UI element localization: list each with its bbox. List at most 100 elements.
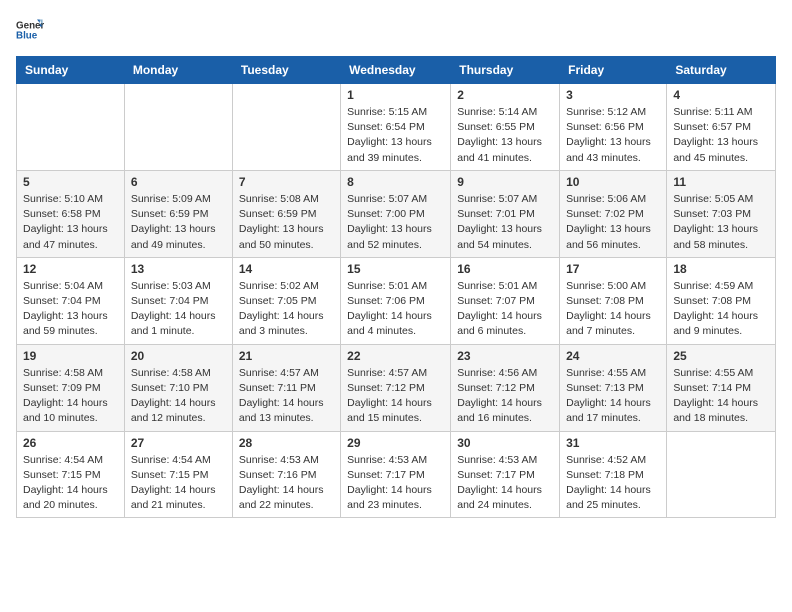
calendar-cell: 18Sunrise: 4:59 AM Sunset: 7:08 PM Dayli… [667,257,776,344]
calendar-cell: 1 Sunrise: 5:15 AM Sunset: 6:54 PM Daylig… [341,84,451,171]
day-info: Sunrise: 5:07 AM Sunset: 7:00 PM Dayligh… [347,192,444,253]
calendar-cell: 10 Sunrise: 5:06 AM Sunset: 7:02 PM Dayli… [560,170,667,257]
day-info: Sunrise: 5:00 AM Sunset: 7:08 PM Dayligh… [566,279,660,340]
day-info: Sunrise: 4:56 AM Sunset: 7:12 PM Dayligh… [457,366,553,427]
day-number: 24 [566,349,660,363]
day-info: Sunrise: 4:58 AM Sunset: 7:09 PM Dayligh… [23,366,118,427]
weekday-header-thursday: Thursday [451,57,560,84]
calendar-cell: 23 Sunrise: 4:56 AM Sunset: 7:12 PM Dayli… [451,344,560,431]
day-info: Sunrise: 4:54 AM Sunset: 7:15 PM Dayligh… [23,453,118,514]
day-number: 16 [457,262,553,276]
calendar-cell: 30 Sunrise: 4:53 AM Sunset: 7:17 PM Dayli… [451,431,560,518]
day-info: Sunrise: 5:10 AM Sunset: 6:58 PM Dayligh… [23,192,118,253]
calendar-cell: 19 Sunrise: 4:58 AM Sunset: 7:09 PM Dayli… [17,344,125,431]
calendar-cell: 26 Sunrise: 4:54 AM Sunset: 7:15 PM Dayli… [17,431,125,518]
calendar-cell: 22 Sunrise: 4:57 AM Sunset: 7:12 PM Dayli… [341,344,451,431]
day-number: 11 [673,175,769,189]
day-number: 17 [566,262,660,276]
day-info: Sunrise: 4:54 AM Sunset: 7:15 PM Dayligh… [131,453,226,514]
day-number: 21 [239,349,334,363]
calendar-cell: 5 Sunrise: 5:10 AM Sunset: 6:58 PM Daylig… [17,170,125,257]
day-number: 26 [23,436,118,450]
calendar-cell: 27Sunrise: 4:54 AM Sunset: 7:15 PM Dayli… [124,431,232,518]
calendar-cell [17,84,125,171]
page-header: General Blue [16,16,776,44]
calendar-cell [124,84,232,171]
day-number: 29 [347,436,444,450]
calendar-cell: 14 Sunrise: 5:02 AM Sunset: 7:05 PM Dayli… [232,257,340,344]
day-number: 14 [239,262,334,276]
calendar-week-row: 1 Sunrise: 5:15 AM Sunset: 6:54 PM Daylig… [17,84,776,171]
day-number: 20 [131,349,226,363]
logo-icon: General Blue [16,16,44,44]
day-number: 18 [673,262,769,276]
day-number: 10 [566,175,660,189]
calendar-cell: 7 Sunrise: 5:08 AM Sunset: 6:59 PM Daylig… [232,170,340,257]
day-info: Sunrise: 5:14 AM Sunset: 6:55 PM Dayligh… [457,105,553,166]
day-info: Sunrise: 4:55 AM Sunset: 7:13 PM Dayligh… [566,366,660,427]
day-number: 13 [131,262,226,276]
day-number: 19 [23,349,118,363]
day-info: Sunrise: 4:53 AM Sunset: 7:17 PM Dayligh… [457,453,553,514]
calendar-cell [232,84,340,171]
day-info: Sunrise: 5:03 AM Sunset: 7:04 PM Dayligh… [131,279,226,340]
day-info: Sunrise: 4:53 AM Sunset: 7:16 PM Dayligh… [239,453,334,514]
calendar-week-row: 26 Sunrise: 4:54 AM Sunset: 7:15 PM Dayli… [17,431,776,518]
day-number: 5 [23,175,118,189]
day-number: 15 [347,262,444,276]
day-number: 1 [347,88,444,102]
day-info: Sunrise: 5:11 AM Sunset: 6:57 PM Dayligh… [673,105,769,166]
day-info: Sunrise: 5:06 AM Sunset: 7:02 PM Dayligh… [566,192,660,253]
day-number: 9 [457,175,553,189]
calendar-week-row: 5 Sunrise: 5:10 AM Sunset: 6:58 PM Daylig… [17,170,776,257]
calendar-week-row: 12 Sunrise: 5:04 AM Sunset: 7:04 PM Dayli… [17,257,776,344]
day-number: 6 [131,175,226,189]
calendar-cell: 6 Sunrise: 5:09 AM Sunset: 6:59 PM Daylig… [124,170,232,257]
calendar-cell: 25Sunrise: 4:55 AM Sunset: 7:14 PM Dayli… [667,344,776,431]
day-info: Sunrise: 4:55 AM Sunset: 7:14 PM Dayligh… [673,366,769,427]
calendar-cell: 4 Sunrise: 5:11 AM Sunset: 6:57 PM Daylig… [667,84,776,171]
weekday-header-sunday: Sunday [17,57,125,84]
day-info: Sunrise: 4:58 AM Sunset: 7:10 PM Dayligh… [131,366,226,427]
calendar-cell: 16Sunrise: 5:01 AM Sunset: 7:07 PM Dayli… [451,257,560,344]
day-info: Sunrise: 5:12 AM Sunset: 6:56 PM Dayligh… [566,105,660,166]
day-number: 28 [239,436,334,450]
day-info: Sunrise: 4:57 AM Sunset: 7:12 PM Dayligh… [347,366,444,427]
calendar-cell: 12 Sunrise: 5:04 AM Sunset: 7:04 PM Dayli… [17,257,125,344]
calendar-cell: 3Sunrise: 5:12 AM Sunset: 6:56 PM Daylig… [560,84,667,171]
day-number: 7 [239,175,334,189]
calendar-cell: 21 Sunrise: 4:57 AM Sunset: 7:11 PM Dayli… [232,344,340,431]
day-info: Sunrise: 4:52 AM Sunset: 7:18 PM Dayligh… [566,453,660,514]
logo: General Blue [16,16,44,44]
calendar-cell: 11Sunrise: 5:05 AM Sunset: 7:03 PM Dayli… [667,170,776,257]
calendar-cell: 24 Sunrise: 4:55 AM Sunset: 7:13 PM Dayli… [560,344,667,431]
day-info: Sunrise: 5:15 AM Sunset: 6:54 PM Dayligh… [347,105,444,166]
day-number: 23 [457,349,553,363]
day-number: 22 [347,349,444,363]
calendar-table: SundayMondayTuesdayWednesdayThursdayFrid… [16,56,776,518]
calendar-week-row: 19 Sunrise: 4:58 AM Sunset: 7:09 PM Dayli… [17,344,776,431]
day-number: 4 [673,88,769,102]
calendar-cell [667,431,776,518]
calendar-cell: 31 Sunrise: 4:52 AM Sunset: 7:18 PM Dayli… [560,431,667,518]
day-number: 30 [457,436,553,450]
day-number: 2 [457,88,553,102]
calendar-cell: 2 Sunrise: 5:14 AM Sunset: 6:55 PM Daylig… [451,84,560,171]
day-info: Sunrise: 5:09 AM Sunset: 6:59 PM Dayligh… [131,192,226,253]
day-number: 31 [566,436,660,450]
day-info: Sunrise: 5:08 AM Sunset: 6:59 PM Dayligh… [239,192,334,253]
day-info: Sunrise: 5:04 AM Sunset: 7:04 PM Dayligh… [23,279,118,340]
day-number: 12 [23,262,118,276]
day-info: Sunrise: 4:57 AM Sunset: 7:11 PM Dayligh… [239,366,334,427]
calendar-cell: 20 Sunrise: 4:58 AM Sunset: 7:10 PM Dayli… [124,344,232,431]
day-info: Sunrise: 5:02 AM Sunset: 7:05 PM Dayligh… [239,279,334,340]
day-number: 8 [347,175,444,189]
weekday-header-tuesday: Tuesday [232,57,340,84]
weekday-header-friday: Friday [560,57,667,84]
calendar-cell: 8 Sunrise: 5:07 AM Sunset: 7:00 PM Daylig… [341,170,451,257]
day-info: Sunrise: 5:01 AM Sunset: 7:06 PM Dayligh… [347,279,444,340]
calendar-cell: 28 Sunrise: 4:53 AM Sunset: 7:16 PM Dayli… [232,431,340,518]
weekday-header-monday: Monday [124,57,232,84]
calendar-cell: 9Sunrise: 5:07 AM Sunset: 7:01 PM Daylig… [451,170,560,257]
weekday-header-wednesday: Wednesday [341,57,451,84]
